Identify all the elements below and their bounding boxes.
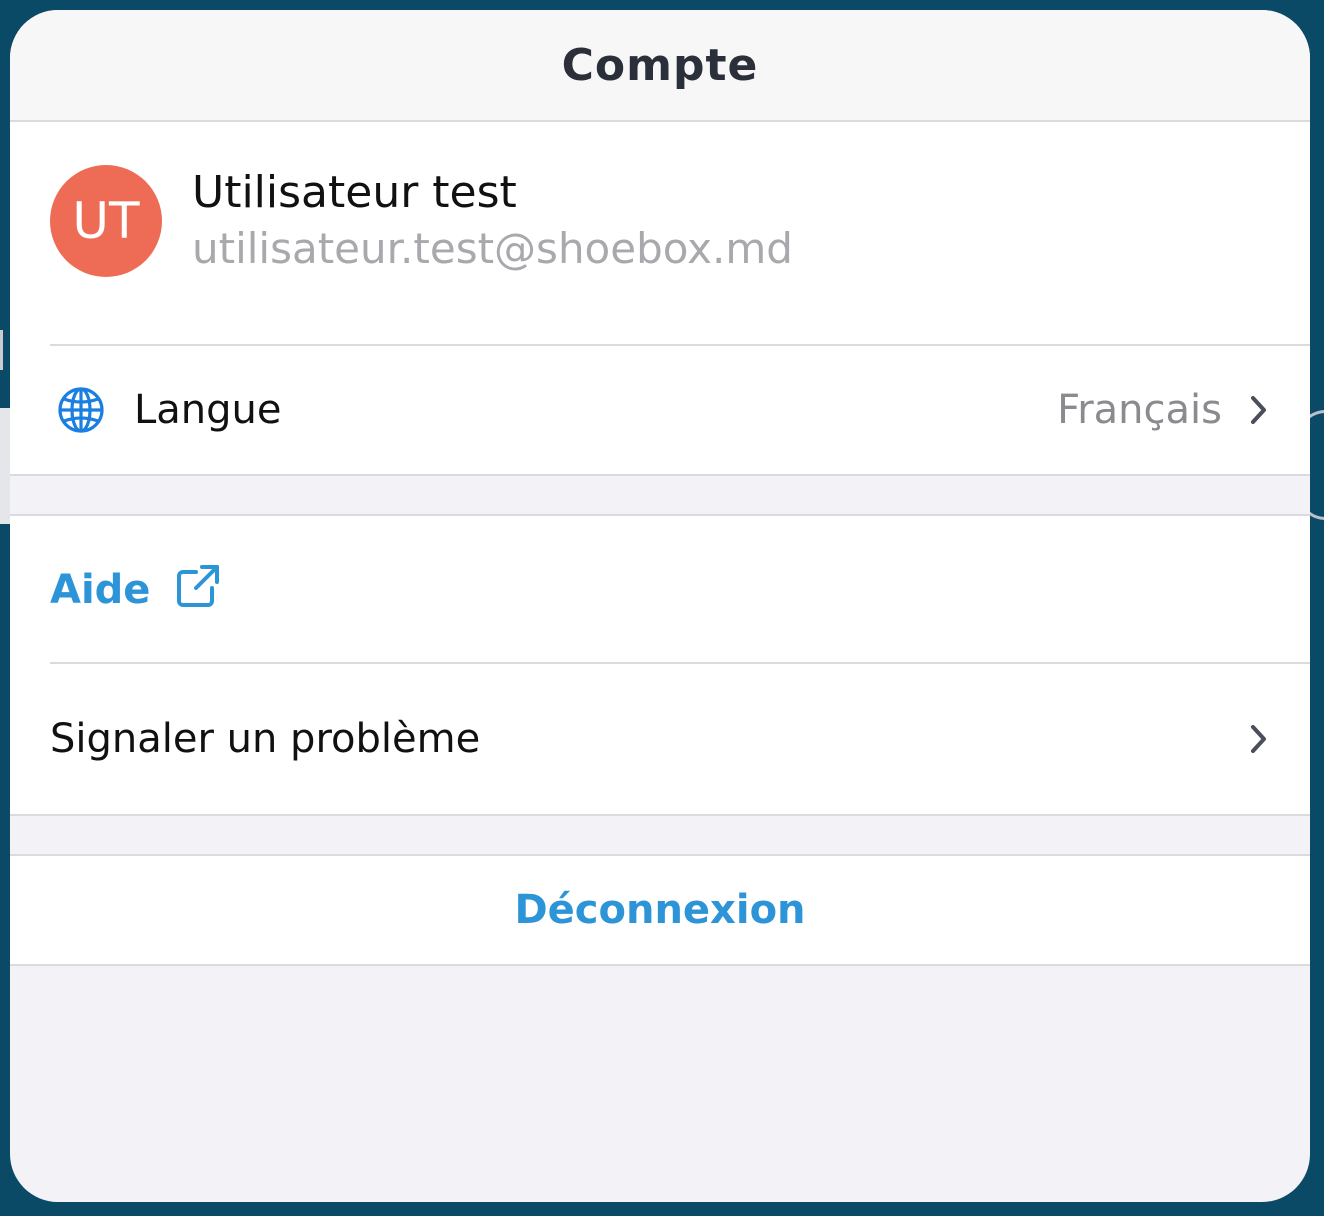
- chevron-right-icon: [1251, 725, 1266, 753]
- language-row[interactable]: Langue Français: [10, 346, 1310, 474]
- background-app-edge: [0, 330, 10, 370]
- account-modal: Compte UT Utilisateur test utilisateur.t…: [10, 10, 1310, 1202]
- globe-icon: [58, 387, 104, 433]
- modal-header: Compte: [10, 10, 1310, 122]
- profile-name: Utilisateur test: [192, 167, 517, 218]
- account-group: UT Utilisateur test utilisateur.test@sho…: [10, 122, 1310, 476]
- support-group: Aide Signaler un problème: [10, 514, 1310, 816]
- logout-label: Déconnexion: [514, 887, 806, 933]
- external-link-icon: [177, 565, 220, 607]
- help-link[interactable]: Aide: [50, 567, 150, 613]
- language-value: Français: [1057, 387, 1222, 433]
- report-problem-row[interactable]: Signaler un problème: [10, 664, 1310, 814]
- help-row[interactable]: Aide: [10, 516, 1310, 664]
- logout-button[interactable]: Déconnexion: [10, 856, 1310, 964]
- profile-card: UT Utilisateur test utilisateur.test@sho…: [10, 122, 1310, 346]
- modal-title: Compte: [561, 39, 759, 91]
- avatar: UT: [50, 165, 162, 277]
- profile-info: Utilisateur test utilisateur.test@shoebo…: [192, 165, 793, 277]
- logout-group: Déconnexion: [10, 854, 1310, 966]
- language-label: Langue: [134, 387, 282, 433]
- profile-email: utilisateur.test@shoebox.md: [192, 224, 793, 273]
- report-problem-label: Signaler un problème: [50, 716, 481, 762]
- chevron-right-icon: [1251, 396, 1266, 424]
